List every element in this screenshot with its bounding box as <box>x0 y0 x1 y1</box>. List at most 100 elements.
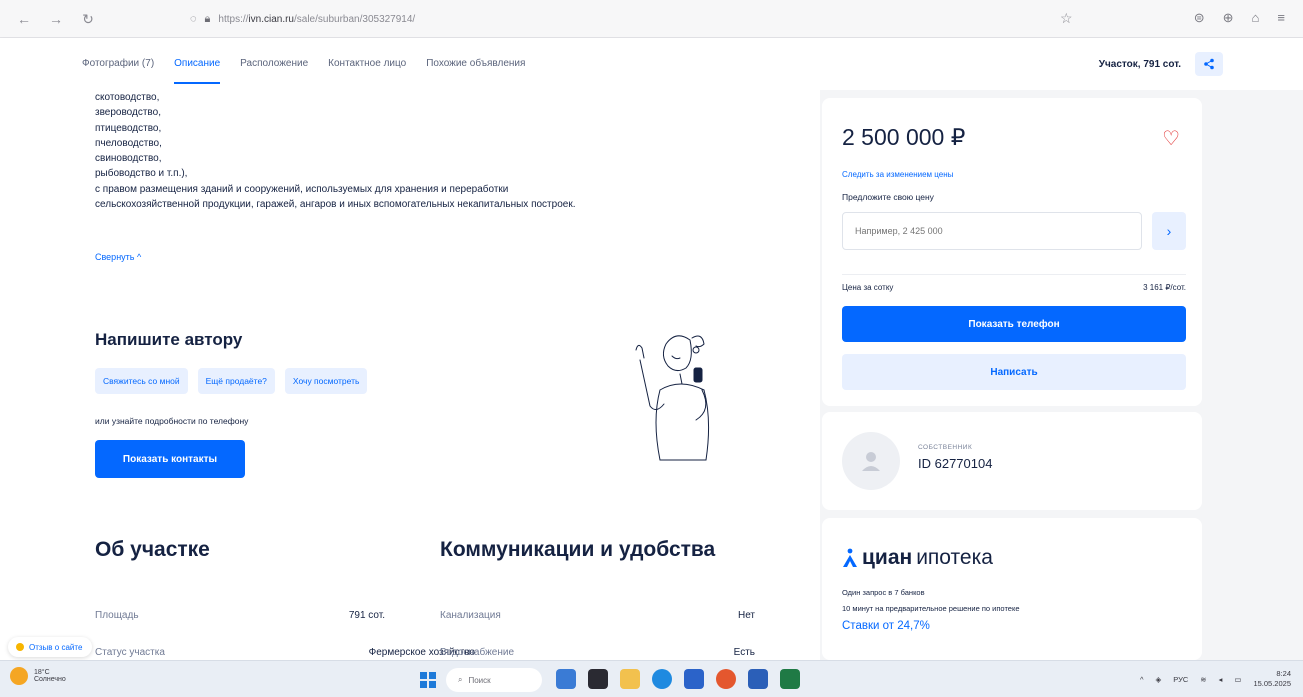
collapse-link[interactable]: Свернуть ^ <box>95 252 141 262</box>
follow-price-link[interactable]: Следить за изменением цены <box>842 170 953 179</box>
shield-icon[interactable]: ⊜ <box>1194 10 1205 26</box>
feedback-label: Отзыв о сайте <box>29 642 83 652</box>
clock-time: 8:24 <box>1276 669 1291 678</box>
avatar <box>842 432 900 490</box>
chevron-up-icon[interactable]: ^ <box>1140 675 1144 684</box>
plot-row-status: Статус участка Фермерское хозяйство <box>95 647 475 658</box>
wifi-icon[interactable]: ≋ <box>1200 675 1206 684</box>
quick-messages: Свяжитесь со мной Ещё продаёте? Хочу пос… <box>95 368 368 394</box>
reload-icon[interactable]: ↻ <box>78 9 98 29</box>
sewage-value: Нет <box>737 610 755 621</box>
write-author-title: Напишите автору <box>95 330 243 349</box>
volume-icon[interactable]: ◂ <box>1219 675 1223 684</box>
write-button[interactable]: Написать <box>842 354 1186 390</box>
main-content: скотоводство, звероводство, птицеводство… <box>0 90 820 660</box>
taskbar-apps <box>556 669 800 689</box>
address-bar[interactable]: ◌ 🔒︎ https:// ivn.cian.ru /sale/suburban… <box>190 8 1090 30</box>
system-tray: ^ ◈ РУС ≋ ◂ ▭ 8:24 15.05.2025 <box>1140 669 1291 689</box>
description-line: птицеводство, <box>95 122 162 134</box>
description-line: с правом размещения зданий и сооружений,… <box>95 183 509 195</box>
woman-on-phone-illustration <box>635 335 710 461</box>
description-line: свиноводство, <box>95 153 162 165</box>
tab-similar[interactable]: Похожие объявления <box>426 58 525 69</box>
heart-icon[interactable]: ♡ <box>1162 126 1180 151</box>
offer-submit-button[interactable]: › <box>1152 212 1186 250</box>
weather-widget[interactable]: 18°C Солнечно <box>10 667 66 685</box>
shield-icon: ◌ <box>190 13 197 25</box>
owner-type: СОБСТВЕННИК <box>918 444 973 451</box>
user-icon <box>862 452 880 471</box>
firefox-icon[interactable] <box>716 669 736 689</box>
mortgage-rates-link[interactable]: Ставки от 24,7% <box>842 620 930 632</box>
word-icon[interactable] <box>748 669 768 689</box>
profile-icon[interactable]: ⌂ <box>1252 10 1260 26</box>
water-value: Есть <box>733 647 755 658</box>
sun-icon <box>10 667 28 685</box>
store-icon[interactable] <box>684 669 704 689</box>
share-button[interactable] <box>1195 52 1223 76</box>
forward-icon[interactable]: → <box>46 9 66 29</box>
tab-contact[interactable]: Контактное лицо <box>328 58 406 69</box>
price-per-unit-value: 3 161 ₽/сот. <box>1143 283 1186 292</box>
listing-summary: Участок, 791 сот. <box>1098 58 1181 70</box>
tab-description[interactable]: Описание <box>174 58 221 84</box>
owner-card: СОБСТВЕННИК ID 62770104 <box>822 412 1202 510</box>
plot-area-label: Площадь <box>95 610 139 621</box>
excel-icon[interactable] <box>780 669 800 689</box>
windows-start-icon[interactable] <box>420 672 436 688</box>
or-phone-text: или узнайте подробности по телефону <box>95 416 249 426</box>
water-label: Водоснабжение <box>440 647 515 658</box>
description-line: рыбоводство и т.п.), <box>95 168 188 180</box>
listing-tabs-bar: Фотографии (7) Описание Расположение Кон… <box>0 38 1303 90</box>
description-line: пчеловодство, <box>95 137 162 149</box>
edge-icon[interactable] <box>652 669 672 689</box>
plot-section-title: Об участке <box>95 538 210 561</box>
star-icon[interactable]: ☆ <box>1060 10 1073 27</box>
mortgage-card: циан ипотека Один запрос в 7 банков 10 м… <box>822 518 1202 660</box>
task-view-icon[interactable] <box>588 669 608 689</box>
chip-want-to-view[interactable]: Хочу посмотреть <box>284 368 368 394</box>
battery-icon[interactable]: ▭ <box>1234 675 1241 684</box>
cian-logo: циан ипотека <box>842 546 993 570</box>
chevron-right-icon: › <box>1166 223 1172 239</box>
share-icon <box>1204 58 1214 70</box>
show-contacts-button[interactable]: Показать контакты <box>95 440 245 478</box>
back-icon[interactable]: ← <box>14 9 34 29</box>
description-line: скотоводство, <box>95 92 160 103</box>
tab-location[interactable]: Расположение <box>240 58 308 69</box>
taskbar-search[interactable]: ⌕ Поиск <box>446 668 542 692</box>
widgets-icon[interactable] <box>556 669 576 689</box>
plot-area-value: 791 сот. <box>348 610 385 621</box>
plot-status-label: Статус участка <box>95 647 165 658</box>
offer-price-input[interactable] <box>842 212 1142 250</box>
description-text: скотоводство, звероводство, птицеводство… <box>95 90 575 212</box>
sidebar: 2 500 000 ₽ ♡ Следить за изменением цены… <box>820 90 1303 660</box>
network-icon[interactable]: ◈ <box>1155 675 1161 684</box>
file-explorer-icon[interactable] <box>620 669 640 689</box>
language-indicator[interactable]: РУС <box>1173 675 1188 684</box>
mortgage-product: ипотека <box>916 546 993 569</box>
tab-photos[interactable]: Фотографии (7) <box>82 58 154 69</box>
weather-temp: 18°C <box>34 669 50 676</box>
feedback-button[interactable]: Отзыв о сайте <box>8 637 93 657</box>
cian-logo-icon <box>843 548 857 567</box>
chip-contact-me[interactable]: Свяжитесь со мной <box>95 368 188 394</box>
description-line: сельскохозяйственной продукции, гаражей,… <box>95 199 576 211</box>
extensions-icon[interactable]: ⊕ <box>1223 10 1234 26</box>
plot-properties: Площадь 791 сот. Статус участка Фермерск… <box>95 610 475 658</box>
chip-still-selling[interactable]: Ещё продаёте? <box>197 368 275 394</box>
menu-icon[interactable]: ≡ <box>1277 10 1285 26</box>
clock-date: 15.05.2025 <box>1253 679 1291 688</box>
clock[interactable]: 8:24 15.05.2025 <box>1253 669 1291 689</box>
show-phone-button[interactable]: Показать телефон <box>842 306 1186 342</box>
taskbar-search-label: Поиск <box>468 675 491 685</box>
price-per-unit: Цена за сотку 3 161 ₽/сот. <box>842 274 1186 292</box>
price-per-unit-label: Цена за сотку <box>842 283 894 292</box>
price-card: 2 500 000 ₽ ♡ Следить за изменением цены… <box>822 98 1202 406</box>
utilities-section-title: Коммуникации и удобства <box>440 538 716 561</box>
utilities-row-water: Водоснабжение Есть <box>440 647 755 658</box>
browser-toolbar: ← → ↻ ◌ 🔒︎ https:// ivn.cian.ru /sale/su… <box>0 0 1303 38</box>
weather-desc: Солнечно <box>34 676 66 683</box>
utilities-row-sewage: Канализация Нет <box>440 610 755 621</box>
lock-icon: 🔒︎ <box>204 12 211 25</box>
